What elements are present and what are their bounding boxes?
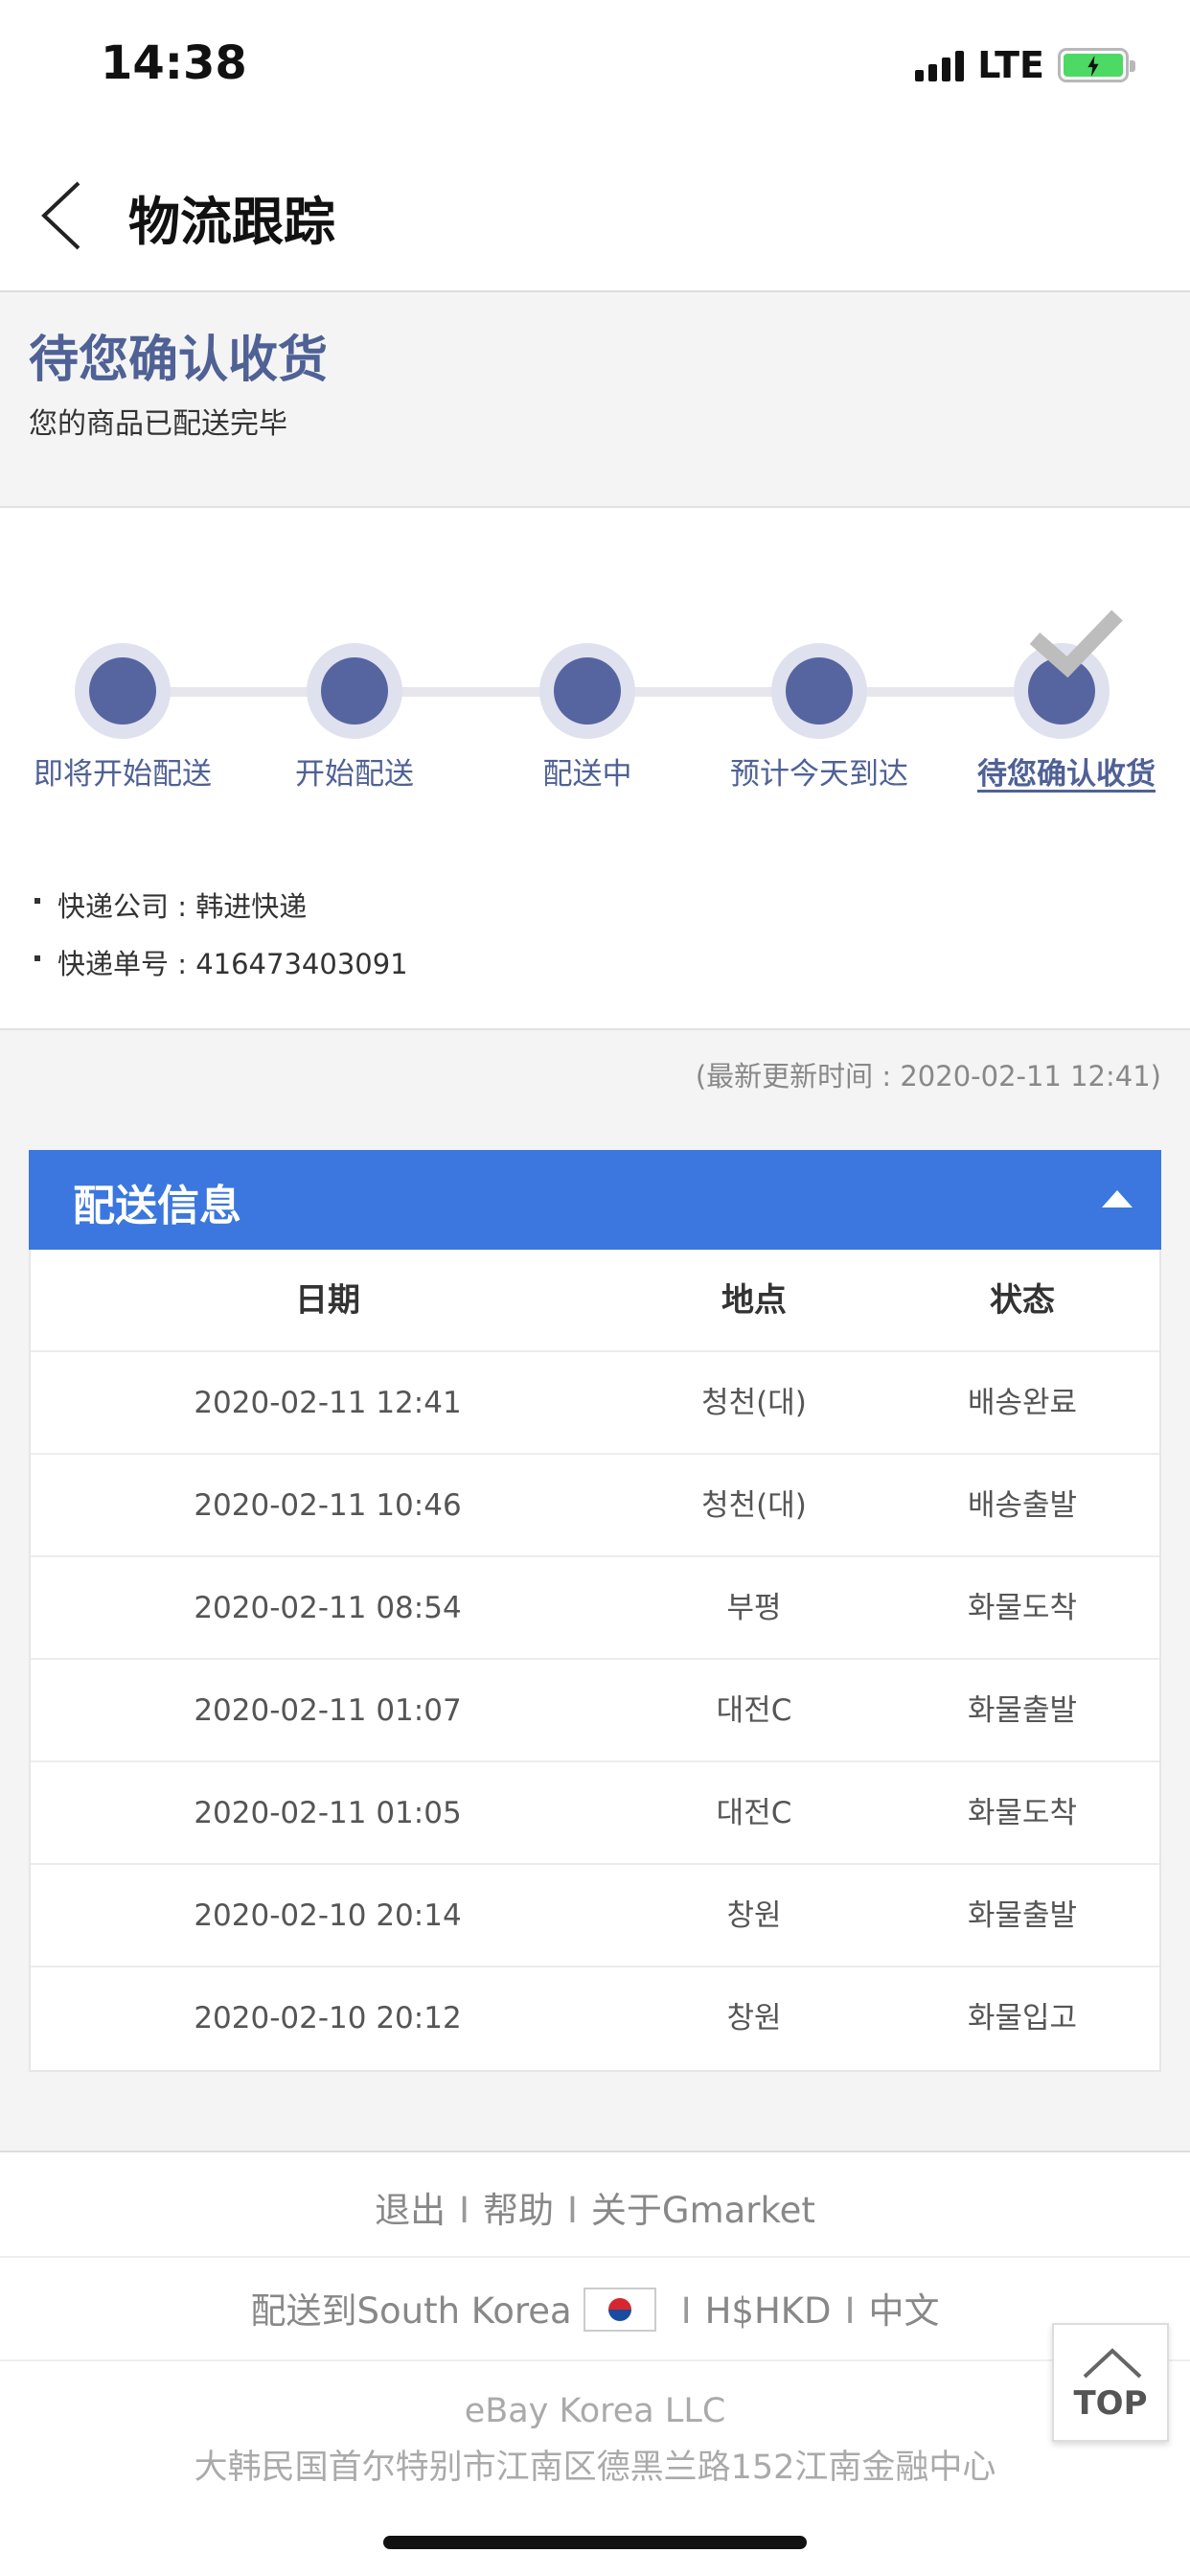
row-date: 2020-02-10 20:14 [194, 1898, 462, 1933]
table-row: 2020-02-11 01:07 대전C 화물출발 [31, 1660, 1159, 1762]
status-time: 14:38 [101, 36, 247, 90]
back-arrow-icon[interactable] [36, 177, 94, 254]
footer-links: 退出 I 帮助 I 关于Gmarket [0, 2181, 1190, 2233]
order-status-subtitle: 您的商品已配送完毕 [29, 407, 287, 441]
home-indicator[interactable] [383, 2536, 807, 2549]
bullet-icon [34, 955, 40, 961]
table-row: 2020-02-11 10:46 청천(대) 배송출발 [31, 1455, 1159, 1557]
progress-step-3 [539, 643, 635, 739]
status-indicators: LTE [915, 44, 1135, 86]
row-date: 2020-02-11 08:54 [194, 1591, 462, 1625]
footer-settings: 配送到South Korea I H$HKD I 中文 [0, 2282, 1190, 2335]
help-link[interactable]: 帮助 [483, 2190, 554, 2231]
table-row: 2020-02-11 12:41 청천(대) 배송완료 [31, 1352, 1159, 1455]
delivery-progress: 即将开始配送 开始配送 配送中 预计今天到达 待您确认收货 快递公司 : 韩进快… [0, 508, 1190, 1030]
table-header-row: 日期 地点 状态 [31, 1250, 1159, 1352]
column-header-status: 状态 [990, 1281, 1055, 1320]
table-row: 2020-02-11 01:05 대전C 화물도착 [31, 1762, 1159, 1865]
row-location: 창원 [726, 1898, 782, 1933]
status-bar: 14:38 LTE [0, 0, 1190, 129]
chevron-up-icon [1083, 2348, 1142, 2379]
row-status: 화물도착 [967, 1591, 1078, 1625]
row-location: 청천(대) [701, 1386, 807, 1420]
korea-flag-icon[interactable] [583, 2287, 656, 2332]
row-location: 부평 [726, 1591, 782, 1625]
progress-step-1 [75, 643, 171, 739]
footer-divider [0, 2359, 1190, 2361]
language-link[interactable]: 中文 [868, 2290, 939, 2332]
table-row: 2020-02-10 20:14 창원 화물출발 [31, 1865, 1159, 1967]
footer: 退出 I 帮助 I 关于Gmarket 配送到South Korea I H$HKD I 中文 … [0, 2150, 1190, 2576]
tracking-number: 快递单号 : 416473403091 [34, 942, 408, 982]
column-header-location: 地点 [721, 1281, 787, 1320]
row-location: 창원 [726, 2001, 782, 2036]
progress-step-label: 配送中 [542, 757, 632, 792]
separator: I [844, 2290, 856, 2332]
ship-to-link[interactable]: 配送到South Korea [251, 2290, 572, 2332]
separator: I [567, 2190, 578, 2231]
progress-step-label: 开始配送 [295, 757, 414, 792]
about-link[interactable]: 关于Gmarket [591, 2190, 815, 2231]
delivery-info-header[interactable]: 配送信息 [29, 1150, 1161, 1250]
separator: I [680, 2290, 692, 2332]
row-date: 2020-02-11 10:46 [194, 1488, 462, 1523]
company-name: eBay Korea LLC [464, 2392, 726, 2430]
signal-icon [915, 49, 965, 81]
bullet-icon [34, 898, 40, 904]
logout-link[interactable]: 退出 [375, 2190, 446, 2231]
collapse-arrow-icon[interactable] [1102, 1190, 1133, 1208]
courier-company: 快递公司 : 韩进快递 [34, 885, 307, 925]
row-status: 화물출발 [967, 1898, 1078, 1933]
row-status: 배송완료 [967, 1386, 1078, 1420]
row-status: 화물입고 [967, 2001, 1078, 2036]
row-location: 대전C [716, 1693, 792, 1728]
progress-step-2 [307, 643, 402, 739]
row-date: 2020-02-11 01:05 [194, 1796, 462, 1830]
row-location: 청천(대) [701, 1488, 807, 1523]
page-title: 物流跟踪 [128, 192, 335, 252]
currency-link[interactable]: H$HKD [705, 2290, 832, 2332]
table-row: 2020-02-11 08:54 부평 화물도착 [31, 1557, 1159, 1660]
progress-step-label-active: 待您确认收货 [977, 757, 1156, 792]
row-status: 화물도착 [967, 1796, 1078, 1830]
battery-icon [1058, 48, 1135, 82]
delivery-info-title: 配送信息 [73, 1182, 241, 1230]
checkmark-icon [1029, 610, 1123, 678]
column-header-date: 日期 [295, 1281, 360, 1320]
progress-step-4 [771, 643, 867, 739]
separator: I [459, 2190, 469, 2231]
network-label: LTE [977, 44, 1044, 86]
table-row: 2020-02-10 20:12 창원 화물입고 [31, 1967, 1159, 2070]
row-status: 화물출발 [967, 1693, 1078, 1728]
order-status-title: 待您确认收货 [29, 332, 329, 389]
last-update-time: (最新更新时间 : 2020-02-11 12:41) [695, 1060, 1161, 1092]
row-date: 2020-02-11 12:41 [194, 1386, 462, 1420]
delivery-table: 日期 地点 状态 2020-02-11 12:41 청천(대) 배송완료 202… [29, 1250, 1161, 2072]
footer-divider [0, 2256, 1190, 2258]
progress-step-label: 即将开始配送 [34, 757, 212, 792]
progress-step-label: 预计今天到达 [730, 757, 908, 792]
order-status-section: 待您确认收货 您的商品已配送完毕 [0, 292, 1190, 508]
row-status: 배송출발 [967, 1488, 1078, 1523]
scroll-top-button[interactable]: TOP [1052, 2323, 1169, 2442]
scroll-top-label: TOP [1073, 2384, 1148, 2423]
row-date: 2020-02-10 20:12 [194, 2001, 462, 2036]
row-location: 대전C [716, 1796, 792, 1830]
row-date: 2020-02-11 01:07 [194, 1693, 462, 1728]
navigation-bar: 物流跟踪 [0, 129, 1190, 292]
company-address: 大韩民国首尔特别市江南区德黑兰路152江南金融中心 [194, 2449, 996, 2487]
